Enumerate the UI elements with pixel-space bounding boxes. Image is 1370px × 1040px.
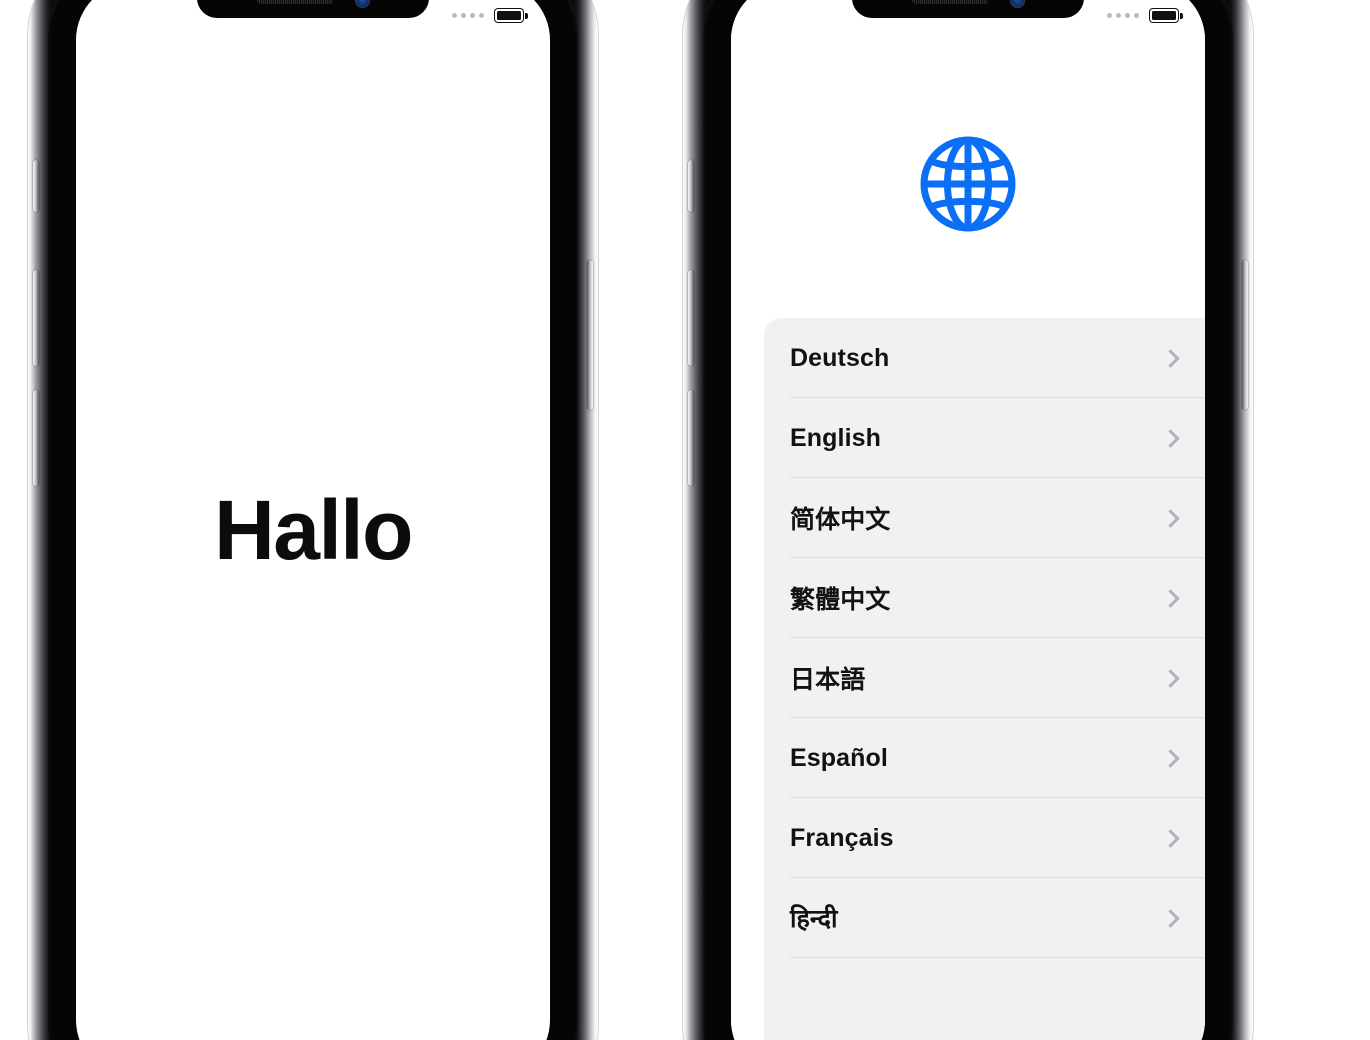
hello-greeting-text: Hallo: [214, 482, 413, 577]
language-list-card: Deutsch English 简体中文繁體中文日本語 Español Français…: [764, 318, 1205, 1040]
language-list-item[interactable]: Español: [764, 718, 1205, 798]
side-power-button-left[interactable]: [587, 260, 593, 410]
signal-dots-icon: [452, 13, 484, 18]
screen-left: Hallo: [76, 0, 550, 1040]
list-separator: [790, 957, 1205, 958]
chevron-right-icon: [1161, 908, 1180, 928]
chevron-right-icon: [1161, 748, 1180, 768]
phone-right: Deutsch English 简体中文繁體中文日本語 Español Français…: [683, 0, 1253, 1040]
language-label: Français: [790, 823, 894, 852]
front-camera-icon: [354, 0, 370, 8]
language-label: हिन्दी: [790, 905, 838, 933]
signal-dots-icon: [1107, 13, 1139, 18]
status-bar-left: [452, 8, 528, 23]
language-list-item[interactable]: Deutsch: [764, 318, 1205, 398]
earpiece-speaker-icon: [256, 0, 333, 4]
language-label: 日本語: [790, 666, 866, 694]
chevron-right-icon: [1161, 348, 1180, 368]
ringer-switch-button-right[interactable]: [688, 160, 694, 212]
language-list-item[interactable]: 繁體中文: [764, 558, 1205, 638]
screen-right: Deutsch English 简体中文繁體中文日本語 Español Français…: [731, 0, 1205, 1040]
globe-icon: [918, 134, 1018, 234]
side-power-button-right[interactable]: [1242, 260, 1248, 410]
language-selection-screen: Deutsch English 简体中文繁體中文日本語 Español Français…: [731, 0, 1205, 1040]
chevron-right-icon: [1161, 588, 1180, 608]
chevron-right-icon: [1161, 428, 1180, 448]
earpiece-speaker-icon: [911, 0, 988, 4]
language-label: 繁體中文: [790, 586, 891, 614]
ringer-switch-button-left[interactable]: [33, 160, 39, 212]
status-bar-right: [1107, 8, 1183, 23]
volume-down-button-right[interactable]: [688, 390, 694, 486]
language-list-item[interactable]: Français: [764, 798, 1205, 878]
language-label: English: [790, 423, 881, 452]
language-list-item[interactable]: हिन्दी: [764, 878, 1205, 958]
language-list-item[interactable]: English: [764, 398, 1205, 478]
chevron-right-icon: [1161, 668, 1180, 688]
volume-down-button-left[interactable]: [33, 390, 39, 486]
hello-greeting-container: Hallo: [76, 0, 550, 1040]
notch-right: [852, 0, 1084, 18]
front-camera-icon: [1009, 0, 1025, 8]
chevron-right-icon: [1161, 508, 1180, 528]
chevron-right-icon: [1161, 828, 1180, 848]
battery-icon: [1149, 8, 1183, 23]
battery-icon: [494, 8, 528, 23]
volume-up-button-left[interactable]: [33, 270, 39, 366]
notch-left: [197, 0, 429, 18]
volume-up-button-right[interactable]: [688, 270, 694, 366]
language-list-item[interactable]: 日本語: [764, 638, 1205, 718]
language-label: 简体中文: [790, 506, 891, 534]
language-label: Español: [790, 743, 888, 772]
language-label: Deutsch: [790, 343, 890, 372]
screenshot-stage: Hallo Deutsch English 简体中文 繁體中文 日本語 Espa…: [0, 0, 1370, 1040]
language-list-item[interactable]: 简体中文: [764, 478, 1205, 558]
phone-left: Hallo: [28, 0, 598, 1040]
